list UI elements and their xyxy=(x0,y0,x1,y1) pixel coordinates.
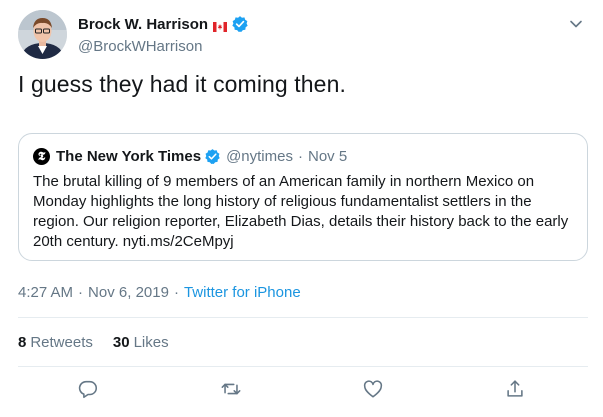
tweet-actions xyxy=(0,378,603,408)
avatar-image xyxy=(18,10,67,59)
tweet-date[interactable]: Nov 6, 2019 xyxy=(88,284,169,301)
reply-icon[interactable] xyxy=(77,378,103,404)
quoted-tweet-header: 𝕿 The New York Times @nytimes · Nov 5 xyxy=(33,146,347,166)
divider xyxy=(18,317,588,318)
quoted-tweet-text: The brutal killing of 9 members of an Am… xyxy=(33,173,569,250)
like-icon[interactable] xyxy=(362,378,388,404)
tweet-time[interactable]: 4:27 AM xyxy=(18,284,73,301)
quoted-author-name: The New York Times xyxy=(56,147,202,165)
quoted-author-handle: @nytimes xyxy=(226,147,293,165)
canada-flag-icon xyxy=(213,19,228,32)
separator-dot: · xyxy=(297,147,303,165)
quoted-date: Nov 5 xyxy=(307,147,348,165)
separator-dot: · xyxy=(78,284,84,301)
retweets-label[interactable]: Retweets xyxy=(30,334,93,351)
author-handle[interactable]: @BrockWHarrison xyxy=(78,38,202,55)
tweet-stats: 8 Retweets 30 Likes xyxy=(18,334,189,351)
verified-badge-icon xyxy=(231,15,249,33)
avatar[interactable] xyxy=(18,10,67,59)
tweet-meta: 4:27 AM · Nov 6, 2019 · Twitter for iPho… xyxy=(18,284,301,301)
verified-badge-icon xyxy=(204,148,221,165)
share-icon[interactable] xyxy=(504,378,530,404)
retweet-icon[interactable] xyxy=(220,378,246,404)
nyt-logo-icon: 𝕿 xyxy=(33,147,50,165)
likes-label[interactable]: Likes xyxy=(134,334,169,351)
tweet-text: I guess they had it coming then. xyxy=(18,71,346,97)
author-display-name[interactable]: Brock W. Harrison xyxy=(78,16,208,33)
divider xyxy=(18,366,588,367)
likes-count[interactable]: 30 xyxy=(113,334,130,351)
tweet-source-link[interactable]: Twitter for iPhone xyxy=(184,284,301,301)
retweets-count[interactable]: 8 xyxy=(18,334,26,351)
separator-dot: · xyxy=(173,284,179,301)
chevron-down-icon[interactable] xyxy=(568,16,584,32)
author-name-row[interactable]: Brock W. Harrison xyxy=(78,14,249,34)
quoted-tweet[interactable]: 𝕿 The New York Times @nytimes · Nov 5 Th… xyxy=(18,133,588,261)
